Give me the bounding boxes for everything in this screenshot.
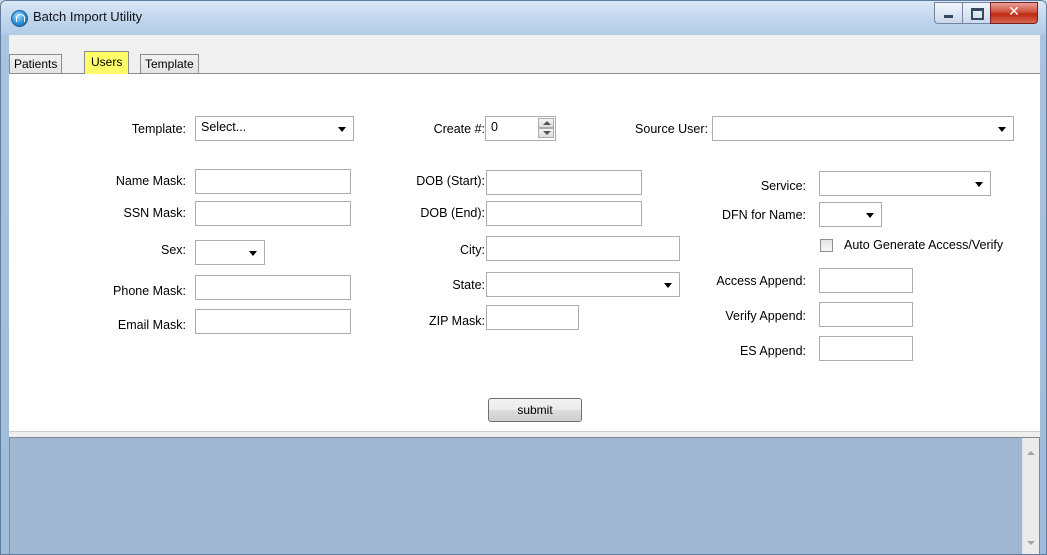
spin-buttons xyxy=(538,118,554,139)
tab-patients[interactable]: Patients xyxy=(9,54,63,73)
window-title: Batch Import Utility xyxy=(33,9,143,24)
create-count-stepper[interactable]: 0 xyxy=(485,116,556,141)
verify-append-label: Verify Append: xyxy=(725,309,806,323)
name-mask-label: Name Mask: xyxy=(115,174,186,188)
minimize-icon xyxy=(944,15,953,18)
dob-start-field[interactable] xyxy=(486,170,642,195)
window-controls: ✕ xyxy=(934,2,1038,24)
create-count-label: Create #: xyxy=(433,122,485,136)
close-icon: ✕ xyxy=(1008,4,1020,20)
es-append-label: ES Append: xyxy=(739,344,806,358)
service-select[interactable] xyxy=(819,171,991,196)
email-mask-field[interactable] xyxy=(195,309,351,334)
state-select[interactable] xyxy=(486,272,680,297)
tab-template[interactable]: Template xyxy=(140,54,199,73)
maximize-button[interactable] xyxy=(962,2,990,24)
auto-generate-checkbox[interactable] xyxy=(820,239,833,252)
close-button[interactable]: ✕ xyxy=(990,2,1038,24)
template-label: Template: xyxy=(131,122,186,136)
access-append-field[interactable] xyxy=(819,268,913,293)
sex-select[interactable] xyxy=(195,240,265,265)
minimize-button[interactable] xyxy=(934,2,962,24)
dfn-for-name-select[interactable] xyxy=(819,202,882,227)
tab-strip: Patients Users Template xyxy=(9,35,1040,75)
output-log-panel[interactable] xyxy=(9,437,1040,554)
scroll-up-icon[interactable] xyxy=(1027,451,1035,455)
increment-button[interactable] xyxy=(538,118,554,128)
tab-users[interactable]: Users xyxy=(84,51,130,74)
chevron-down-icon xyxy=(664,283,672,288)
sex-label: Sex: xyxy=(160,243,186,257)
client-area: Patients Users Template Template: Select… xyxy=(9,35,1040,554)
caret-up-icon xyxy=(543,121,551,125)
source-user-select[interactable] xyxy=(712,116,1014,141)
template-select-value: Select... xyxy=(201,120,247,134)
access-append-label: Access Append: xyxy=(716,274,806,288)
dob-end-field[interactable] xyxy=(486,201,642,226)
template-select[interactable]: Select... xyxy=(195,116,354,141)
ssn-mask-label: SSN Mask: xyxy=(123,206,186,220)
source-user-label: Source User: xyxy=(635,122,708,136)
chevron-down-icon xyxy=(249,251,257,256)
title-bar[interactable]: Batch Import Utility ✕ xyxy=(1,1,1046,35)
chevron-down-icon xyxy=(975,182,983,187)
service-label: Service: xyxy=(760,179,806,193)
dob-start-label: DOB (Start): xyxy=(416,174,485,188)
dfn-for-name-label: DFN for Name: xyxy=(721,208,806,222)
users-tab-panel: Template: Select... Create #: 0 Source U… xyxy=(9,73,1040,431)
phone-mask-label: Phone Mask: xyxy=(113,284,186,298)
state-label: State: xyxy=(452,278,485,292)
submit-button[interactable]: submit xyxy=(488,398,582,422)
email-mask-label: Email Mask: xyxy=(117,318,186,332)
name-mask-field[interactable] xyxy=(195,169,351,194)
scroll-down-icon[interactable] xyxy=(1027,541,1035,545)
vertical-scrollbar[interactable] xyxy=(1022,438,1039,554)
app-window: Batch Import Utility ✕ Patients Users Te… xyxy=(0,0,1047,555)
maximize-icon xyxy=(971,8,984,20)
es-append-field[interactable] xyxy=(819,336,913,361)
chevron-down-icon xyxy=(998,127,1006,132)
decrement-button[interactable] xyxy=(538,128,554,138)
ssn-mask-field[interactable] xyxy=(195,201,351,226)
zip-mask-field[interactable] xyxy=(486,305,579,330)
caret-down-icon xyxy=(543,131,551,135)
phone-mask-field[interactable] xyxy=(195,275,351,300)
auto-generate-label[interactable]: Auto Generate Access/Verify xyxy=(844,238,1003,252)
verify-append-field[interactable] xyxy=(819,302,913,327)
dob-end-label: DOB (End): xyxy=(420,206,485,220)
city-field[interactable] xyxy=(486,236,680,261)
create-count-value: 0 xyxy=(491,120,498,134)
app-logo-icon xyxy=(11,10,28,27)
city-label: City: xyxy=(460,243,485,257)
chevron-down-icon xyxy=(866,213,874,218)
zip-mask-label: ZIP Mask: xyxy=(428,314,485,328)
chevron-down-icon xyxy=(338,127,346,132)
